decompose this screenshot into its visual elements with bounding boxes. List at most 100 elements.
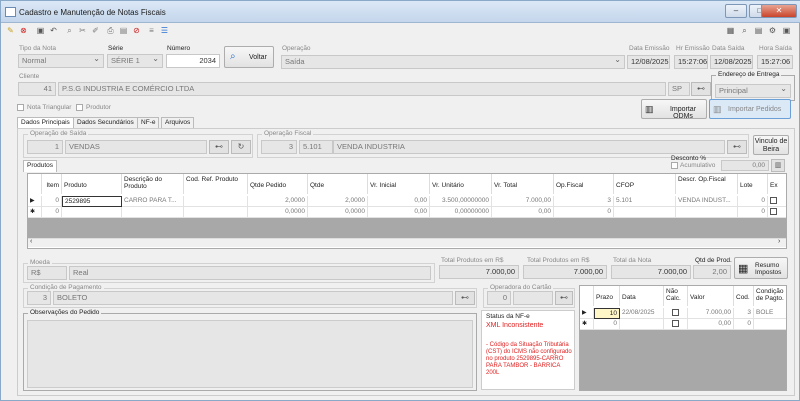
operacao-select[interactable]: Saída: [281, 55, 625, 69]
desconto-field[interactable]: 0,00: [721, 160, 769, 171]
grid-header-qtde[interactable]: Qtde: [308, 174, 368, 194]
operacao-saida-refresh[interactable]: ↻: [231, 140, 251, 154]
cell-qtde[interactable]: 0,0000: [308, 207, 368, 218]
cell-nao-calc-checkbox[interactable]: [664, 308, 688, 319]
parcelas-header-data[interactable]: Data: [620, 286, 664, 306]
cell-prazo[interactable]: 0: [594, 319, 620, 330]
cell-item[interactable]: 0: [42, 196, 62, 207]
pagamento-nome[interactable]: BOLETO: [53, 291, 453, 305]
minimize-button[interactable]: –: [725, 4, 747, 18]
cell-cod[interactable]: 0: [734, 319, 754, 330]
vinculo-beira-button[interactable]: Vinculo de Beira: [753, 135, 789, 155]
cell-produto[interactable]: 2529895: [62, 196, 122, 207]
cancel-icon[interactable]: ⊗: [18, 25, 29, 36]
cliente-nome[interactable]: P.S.G INDUSTRIA E COMÉRCIO LTDA: [58, 82, 666, 96]
pagamento-codigo[interactable]: 3: [27, 291, 51, 305]
cell-vr-inicial[interactable]: 0,00: [368, 207, 430, 218]
grid-header-item[interactable]: Item: [42, 174, 62, 194]
calculator-icon[interactable]: ▦: [725, 25, 736, 36]
grid-header-vr-unitario[interactable]: Vr. Unitário: [430, 174, 492, 194]
operadora-nome[interactable]: [513, 291, 553, 305]
produtor-checkbox[interactable]: [76, 104, 83, 111]
search-icon[interactable]: ⌕: [64, 25, 75, 36]
cell-item[interactable]: 0: [42, 207, 62, 218]
close-button[interactable]: ✕: [761, 4, 797, 18]
operacao-saida-search[interactable]: ⊷: [209, 140, 229, 154]
cell-cod-ref[interactable]: [184, 207, 248, 218]
operacao-fiscal-codigo[interactable]: 3: [261, 140, 297, 154]
cell-cod-ref[interactable]: [184, 196, 248, 207]
cell-cfop[interactable]: 5.101: [614, 196, 676, 207]
block-icon[interactable]: ⊘: [131, 25, 142, 36]
scroll-right-icon[interactable]: ›: [778, 238, 780, 245]
importar-odms-button[interactable]: ▥ Importar ODMs: [641, 99, 707, 120]
operacao-saida-codigo[interactable]: 1: [27, 140, 63, 154]
export-icon[interactable]: ▤: [753, 25, 764, 36]
cell-vr-total[interactable]: 7.000,00: [492, 196, 554, 207]
cell-valor[interactable]: 0,00: [688, 319, 734, 330]
grid-header-descr-op-fiscal[interactable]: Descr. Op.Fiscal: [676, 174, 738, 194]
print-icon[interactable]: ⎙: [105, 25, 116, 36]
resumo-impostos-button[interactable]: ▦ Resumo Impostos: [734, 257, 788, 279]
cell-qtde-pedido[interactable]: 2,0000: [248, 196, 308, 207]
nota-triangular-checkbox[interactable]: [17, 104, 24, 111]
new-icon[interactable]: ✎: [5, 25, 16, 36]
cell-produto[interactable]: [62, 207, 122, 218]
grid-header-op-fiscal[interactable]: Op.Fiscal: [554, 174, 614, 194]
serie-select[interactable]: SÉRIE 1: [107, 54, 163, 68]
voltar-button[interactable]: ⌕ Voltar: [224, 46, 274, 68]
cell-descr-op-fiscal[interactable]: VENDA INDUST...: [676, 196, 738, 207]
cell-lote[interactable]: 0: [738, 207, 768, 218]
cell-qtde-pedido[interactable]: 0,0000: [248, 207, 308, 218]
cell-vr-unitario[interactable]: 3.500,00000000: [430, 196, 492, 207]
operadora-search[interactable]: ⊷: [555, 291, 573, 305]
cell-op-fiscal[interactable]: 0: [554, 207, 614, 218]
parcelas-header-valor[interactable]: Valor: [688, 286, 734, 306]
tab-dados-principais[interactable]: Dados Principais: [17, 117, 74, 128]
tab-nfe[interactable]: NF-e: [137, 117, 160, 128]
grid-header-descricao[interactable]: Descrição do Produto: [122, 174, 184, 194]
operacao-fiscal-nome[interactable]: VENDA INDUSTRIA: [333, 140, 725, 154]
cell-condicao[interactable]: BOLE: [754, 308, 786, 319]
importar-pedidos-button[interactable]: ▥ Importar Pedidos: [709, 99, 791, 119]
cell-data[interactable]: 22/08/2025: [620, 308, 664, 319]
data-saida-field[interactable]: 12/08/2025: [710, 55, 753, 69]
cell-prazo[interactable]: 10: [594, 308, 620, 319]
cliente-search-button[interactable]: ⊷: [691, 82, 711, 96]
tab-dados-secundarios[interactable]: Dados Secundários: [73, 117, 138, 128]
cell-nao-calc-checkbox[interactable]: [664, 319, 688, 330]
parcelas-header-condicao[interactable]: Condição de Pagto.: [754, 286, 786, 306]
tools-icon[interactable]: ✂: [77, 25, 88, 36]
hr-emissao-field[interactable]: 15:27:06: [674, 55, 708, 69]
cell-valor[interactable]: 7.000,00: [688, 308, 734, 319]
operacao-saida-nome[interactable]: VENDAS: [65, 140, 207, 154]
cell-cfop[interactable]: [614, 207, 676, 218]
cliente-codigo[interactable]: 41: [18, 82, 56, 96]
cell-descricao[interactable]: CARRO PARA T...: [122, 196, 184, 207]
parcelas-header-prazo[interactable]: Prazo: [594, 286, 620, 306]
cell-descricao[interactable]: [122, 207, 184, 218]
moeda-nome[interactable]: Real: [69, 266, 431, 280]
grid-header-cfop[interactable]: CFOP: [614, 174, 676, 194]
numero-field[interactable]: 2034: [166, 54, 220, 68]
moeda-simbolo[interactable]: R$: [27, 266, 67, 280]
cell-descr-op-fiscal[interactable]: [676, 207, 738, 218]
save-icon[interactable]: ▣: [35, 25, 46, 36]
tab-arquivos[interactable]: Arquivos: [161, 117, 195, 128]
help-icon[interactable]: ▣: [781, 25, 792, 36]
grid-header-vr-inicial[interactable]: Vr. Inicial: [368, 174, 430, 194]
cell-ex-checkbox[interactable]: [768, 196, 786, 207]
cell-ex-checkbox[interactable]: [768, 207, 786, 218]
tipo-nota-select[interactable]: Normal: [18, 54, 104, 68]
grid-header-cod-ref[interactable]: Cod. Ref. Produto: [184, 174, 248, 194]
grid-header-qtde-pedido[interactable]: Qtde Pedido: [248, 174, 308, 194]
cell-vr-total[interactable]: 0,00: [492, 207, 554, 218]
desconto-apply-button[interactable]: ▥: [771, 159, 785, 172]
endereco-select[interactable]: Principal: [715, 84, 791, 98]
zoom-icon[interactable]: ⌕: [739, 25, 750, 36]
grid-header-produto[interactable]: Produto: [62, 174, 122, 194]
config-icon[interactable]: ⚙: [767, 25, 778, 36]
grid-header-lote[interactable]: Lote: [738, 174, 768, 194]
cell-condicao[interactable]: [754, 319, 786, 330]
observacoes-textarea[interactable]: [27, 320, 473, 388]
